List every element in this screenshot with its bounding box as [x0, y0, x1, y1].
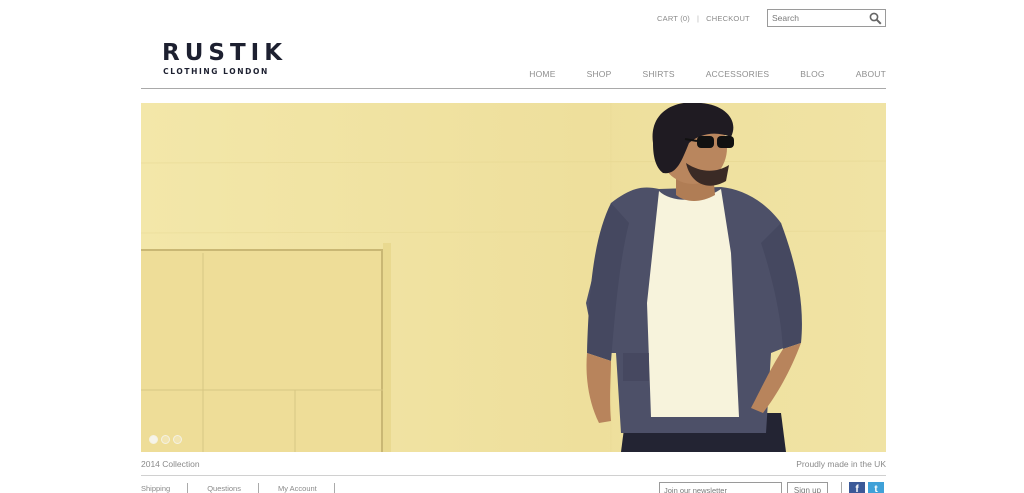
facebook-icon[interactable]: f [849, 482, 865, 493]
slide-dot-2[interactable] [161, 435, 170, 444]
hero-image [141, 103, 886, 452]
made-in-uk-label: Proudly made in the UK [796, 459, 886, 469]
hero-slideshow[interactable] [141, 103, 886, 452]
cart-link[interactable]: CART (0) [657, 14, 690, 23]
site-logo[interactable]: RUSTIK CLOTHING LONDON [158, 40, 288, 76]
utility-separator: | [697, 13, 700, 23]
slide-dot-1[interactable] [149, 435, 158, 444]
nav-about[interactable]: ABOUT [856, 69, 886, 79]
footer-divider [141, 475, 886, 476]
main-nav: HOME SHOP SHIRTS ACCESSORIES BLOG ABOUT [529, 69, 886, 79]
logo-tagline: CLOTHING LONDON [163, 67, 269, 76]
nav-accessories[interactable]: ACCESSORIES [706, 69, 770, 79]
newsletter-form: Sign up [659, 482, 828, 493]
footer-links: Shipping Questions My Account [141, 483, 335, 493]
nav-shirts[interactable]: SHIRTS [642, 69, 674, 79]
nav-shop[interactable]: SHOP [587, 69, 612, 79]
slide-dot-3[interactable] [173, 435, 182, 444]
footer-link-shipping[interactable]: Shipping [141, 483, 189, 493]
twitter-icon[interactable]: t [868, 482, 884, 493]
search-icon[interactable] [869, 12, 882, 25]
checkout-link[interactable]: CHECKOUT [706, 14, 750, 23]
social-links: f t [849, 482, 887, 493]
header-divider [141, 88, 886, 89]
nav-home[interactable]: HOME [529, 69, 555, 79]
page: CART (0) | CHECKOUT RUSTIK CLOTHING LOND… [0, 0, 1024, 493]
slide-indicators [149, 435, 185, 444]
search-input[interactable] [768, 11, 864, 25]
utility-bar: CART (0) | CHECKOUT [657, 10, 750, 26]
signup-button[interactable]: Sign up [787, 482, 828, 493]
logo-brand: RUSTIK [162, 40, 288, 66]
footer-link-my-account[interactable]: My Account [278, 483, 335, 493]
nav-blog[interactable]: BLOG [800, 69, 824, 79]
newsletter-input[interactable] [659, 482, 782, 493]
search-box [767, 9, 886, 27]
hero-caption: 2014 Collection Proudly made in the UK [141, 459, 886, 469]
footer-separator [841, 482, 842, 493]
collection-label: 2014 Collection [141, 459, 200, 469]
footer-link-questions[interactable]: Questions [207, 483, 259, 493]
